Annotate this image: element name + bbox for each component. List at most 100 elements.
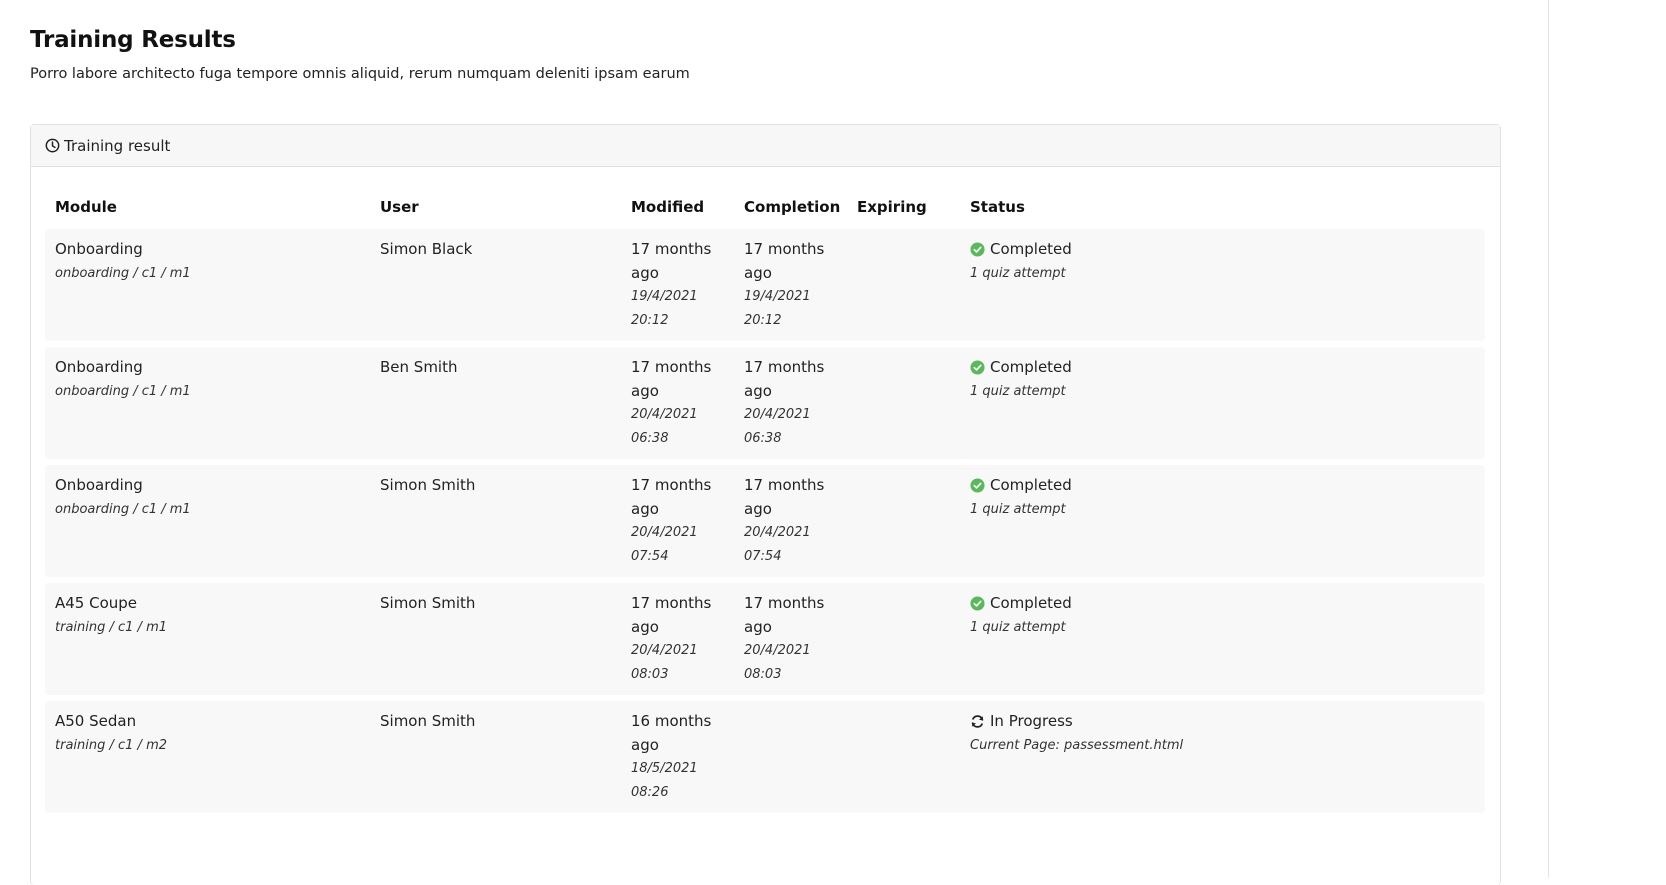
modified-date: 20/4/2021 07:54 (631, 525, 698, 564)
status-badge: Completed (970, 592, 1485, 616)
page: Training Results Porro labore architecto… (30, 22, 1501, 885)
user-name: Simon Smith (380, 476, 476, 494)
table-header: Module User Modified Completion Expiring… (45, 185, 1485, 229)
status-label: Completed (990, 240, 1072, 258)
module-path: onboarding / c1 / m1 (55, 383, 191, 399)
module-name[interactable]: A50 Sedan (55, 710, 370, 734)
modified-date: 20/4/2021 06:38 (631, 407, 698, 446)
status-label: Completed (990, 358, 1072, 376)
status-badge: In Progress (970, 710, 1485, 734)
column-header-expiring[interactable]: Expiring (847, 198, 960, 216)
cell-expiring (847, 347, 960, 459)
cell-user: Simon Smith (370, 701, 621, 813)
module-name[interactable]: Onboarding (55, 238, 370, 262)
column-header-completion[interactable]: Completion (734, 198, 847, 216)
completion-date: 19/4/2021 20:12 (744, 289, 811, 328)
user-name: Simon Black (380, 240, 473, 258)
page-title: Training Results (30, 27, 236, 53)
module-name[interactable]: Onboarding (55, 474, 370, 498)
check-circle-icon (970, 478, 986, 494)
cell-module: A45 Coupe training / c1 / m1 (45, 583, 370, 695)
cell-completion: 17 months ago 19/4/2021 20:12 (734, 229, 847, 341)
clock-icon (45, 138, 60, 153)
completion-relative: 17 months ago (744, 240, 825, 282)
training-result-card: Training result Module User Modified Com… (30, 124, 1501, 885)
modified-date: 20/4/2021 08:03 (631, 643, 698, 682)
status-detail: 1 quiz attempt (970, 383, 1066, 399)
cell-module: Onboarding onboarding / c1 / m1 (45, 229, 370, 341)
status-detail: Current Page: passessment.html (970, 737, 1184, 753)
table-row[interactable]: A45 Coupe training / c1 / m1 Simon Smith… (45, 583, 1485, 695)
cell-user: Simon Black (370, 229, 621, 341)
modified-relative: 17 months ago (631, 476, 712, 518)
page-subtitle: Porro labore architecto fuga tempore omn… (30, 66, 690, 82)
table-row[interactable]: Onboarding onboarding / c1 / m1 Simon Sm… (45, 465, 1485, 577)
cell-status: Completed 1 quiz attempt (960, 347, 1485, 459)
user-name: Simon Smith (380, 594, 476, 612)
card-header: Training result (31, 125, 1500, 167)
modified-relative: 17 months ago (631, 240, 712, 282)
module-path: onboarding / c1 / m1 (55, 501, 191, 517)
cell-completion (734, 701, 847, 813)
status-badge: Completed (970, 238, 1485, 262)
results-table: Module User Modified Completion Expiring… (45, 185, 1485, 819)
check-circle-icon (970, 242, 986, 258)
cell-status: Completed 1 quiz attempt (960, 583, 1485, 695)
check-circle-icon (970, 596, 986, 612)
modified-date: 19/4/2021 20:12 (631, 289, 698, 328)
cell-modified: 16 months ago 18/5/2021 08:26 (621, 701, 734, 813)
modified-relative: 16 months ago (631, 712, 712, 754)
completion-date: 20/4/2021 08:03 (744, 643, 811, 682)
cell-modified: 17 months ago 20/4/2021 08:03 (621, 583, 734, 695)
status-label: Completed (990, 594, 1072, 612)
status-label: Completed (990, 476, 1072, 494)
completion-date: 20/4/2021 06:38 (744, 407, 811, 446)
modified-date: 18/5/2021 08:26 (631, 761, 698, 800)
cell-expiring (847, 229, 960, 341)
table-row[interactable]: A50 Sedan training / c1 / m2 Simon Smith… (45, 701, 1485, 813)
modified-relative: 17 months ago (631, 358, 712, 400)
cell-completion: 17 months ago 20/4/2021 08:03 (734, 583, 847, 695)
cell-expiring (847, 465, 960, 577)
cell-module: Onboarding onboarding / c1 / m1 (45, 347, 370, 459)
cell-module: A50 Sedan training / c1 / m2 (45, 701, 370, 813)
column-header-module[interactable]: Module (45, 198, 370, 216)
module-name[interactable]: A45 Coupe (55, 592, 370, 616)
status-detail: 1 quiz attempt (970, 265, 1066, 281)
cell-expiring (847, 583, 960, 695)
cell-modified: 17 months ago 20/4/2021 06:38 (621, 347, 734, 459)
completion-relative: 17 months ago (744, 594, 825, 636)
completion-date: 20/4/2021 07:54 (744, 525, 811, 564)
cell-status: Completed 1 quiz attempt (960, 465, 1485, 577)
cell-status: Completed 1 quiz attempt (960, 229, 1485, 341)
user-name: Simon Smith (380, 712, 476, 730)
cell-module: Onboarding onboarding / c1 / m1 (45, 465, 370, 577)
table-row[interactable]: Onboarding onboarding / c1 / m1 Simon Bl… (45, 229, 1485, 341)
cell-user: Simon Smith (370, 465, 621, 577)
cell-completion: 17 months ago 20/4/2021 06:38 (734, 347, 847, 459)
module-path: training / c1 / m1 (55, 619, 168, 635)
cell-status: In Progress Current Page: passessment.ht… (960, 701, 1485, 813)
completion-relative: 17 months ago (744, 358, 825, 400)
module-name[interactable]: Onboarding (55, 356, 370, 380)
status-detail: 1 quiz attempt (970, 619, 1066, 635)
column-header-status[interactable]: Status (960, 198, 1485, 216)
module-path: training / c1 / m2 (55, 737, 168, 753)
completion-relative: 17 months ago (744, 476, 825, 518)
card-header-label: Training result (64, 136, 171, 155)
cell-modified: 17 months ago 20/4/2021 07:54 (621, 465, 734, 577)
cell-user: Ben Smith (370, 347, 621, 459)
cell-modified: 17 months ago 19/4/2021 20:12 (621, 229, 734, 341)
cell-expiring (847, 701, 960, 813)
table-row[interactable]: Onboarding onboarding / c1 / m1 Ben Smit… (45, 347, 1485, 459)
user-name: Ben Smith (380, 358, 458, 376)
column-header-user[interactable]: User (370, 198, 621, 216)
status-detail: 1 quiz attempt (970, 501, 1066, 517)
status-badge: Completed (970, 356, 1485, 380)
status-label: In Progress (990, 712, 1073, 730)
column-header-modified[interactable]: Modified (621, 198, 734, 216)
modified-relative: 17 months ago (631, 594, 712, 636)
scrollbar-divider (1548, 0, 1549, 878)
module-path: onboarding / c1 / m1 (55, 265, 191, 281)
cell-completion: 17 months ago 20/4/2021 07:54 (734, 465, 847, 577)
